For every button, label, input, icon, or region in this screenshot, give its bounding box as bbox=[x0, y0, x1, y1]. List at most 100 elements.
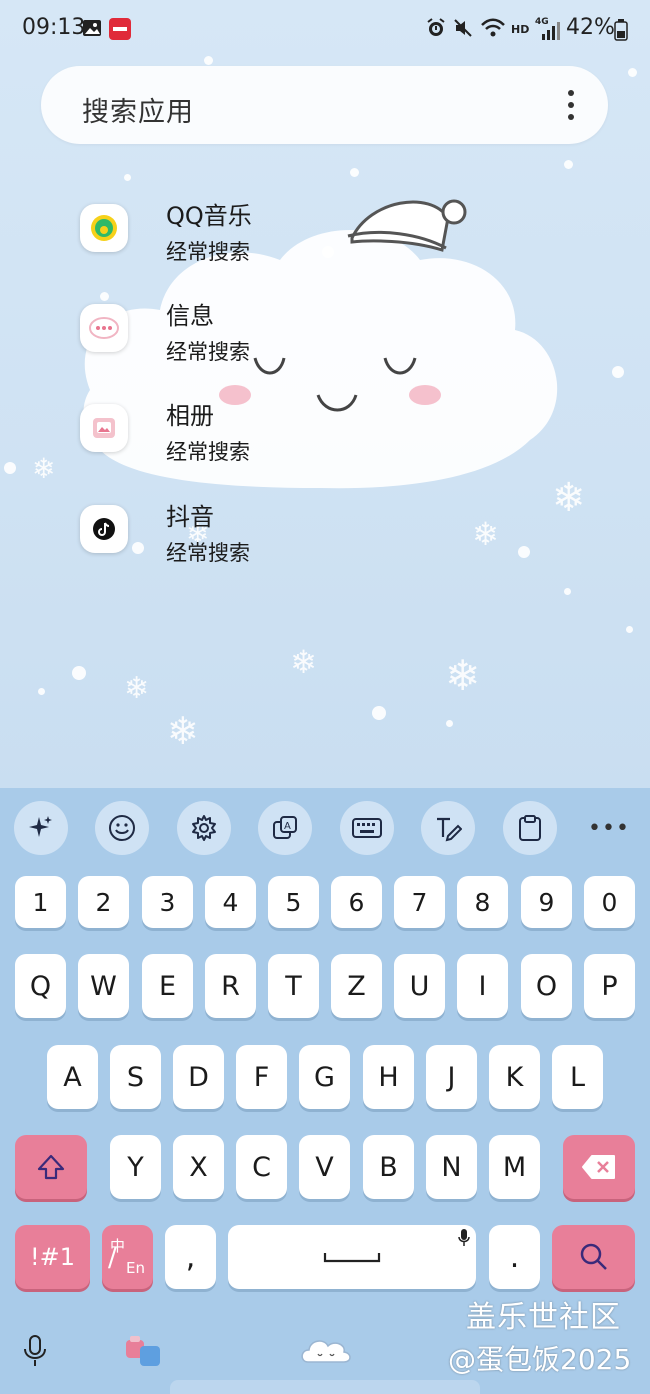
app-subtitle: 经常搜索 bbox=[166, 340, 250, 364]
clipboard-icon bbox=[519, 815, 541, 841]
key-0[interactable]: 0 bbox=[584, 876, 635, 928]
key-8[interactable]: 8 bbox=[457, 876, 508, 928]
hd-voice-indicator: HD bbox=[511, 23, 530, 36]
key-b[interactable]: B bbox=[363, 1135, 414, 1199]
watermark-author: @蛋包饭2025 bbox=[448, 1343, 632, 1376]
key-i[interactable]: I bbox=[457, 954, 508, 1018]
battery-icon bbox=[614, 19, 628, 45]
key-t[interactable]: T bbox=[268, 954, 319, 1018]
wifi-icon bbox=[480, 18, 506, 42]
emoji-icon bbox=[109, 815, 135, 841]
keyboard-icon bbox=[352, 818, 382, 838]
backspace-icon bbox=[582, 1155, 615, 1179]
key-1[interactable]: 1 bbox=[15, 876, 66, 928]
backspace-key[interactable] bbox=[563, 1135, 635, 1199]
xiaohongshu-notification-icon bbox=[109, 18, 131, 44]
key-7[interactable]: 7 bbox=[394, 876, 445, 928]
language-switch-key[interactable]: 中 / En bbox=[102, 1225, 153, 1289]
status-bar: 09:13 HD 4G 42% bbox=[0, 0, 650, 58]
app-result-douyin[interactable]: 抖音 经常搜索 bbox=[80, 497, 380, 577]
key-4[interactable]: 4 bbox=[205, 876, 256, 928]
space-bar-icon bbox=[323, 1253, 381, 1263]
space-key[interactable] bbox=[228, 1225, 476, 1289]
key-2[interactable]: 2 bbox=[78, 876, 129, 928]
microphone-icon bbox=[458, 1229, 470, 1246]
keyboard-mode-button[interactable] bbox=[340, 801, 394, 855]
more-tools-icon[interactable]: ••• bbox=[582, 801, 636, 855]
key-9[interactable]: 9 bbox=[521, 876, 572, 928]
mute-icon bbox=[453, 18, 473, 42]
app-subtitle: 经常搜索 bbox=[166, 240, 250, 264]
handwriting-button[interactable] bbox=[421, 801, 475, 855]
key-o[interactable]: O bbox=[521, 954, 572, 1018]
key-y[interactable]: Y bbox=[110, 1135, 161, 1199]
lang-divider: / bbox=[108, 1243, 117, 1273]
key-3[interactable]: 3 bbox=[142, 876, 193, 928]
snowflake-decoration: ❄ bbox=[32, 452, 56, 485]
search-action-key[interactable] bbox=[552, 1225, 635, 1289]
settings-button[interactable] bbox=[177, 801, 231, 855]
handwriting-icon bbox=[437, 817, 462, 842]
voice-input-icon[interactable] bbox=[22, 1334, 48, 1372]
qq-music-icon[interactable] bbox=[80, 204, 128, 252]
key-l[interactable]: L bbox=[552, 1045, 603, 1109]
gallery-icon[interactable] bbox=[80, 404, 128, 452]
app-search-bar[interactable]: 搜索应用 bbox=[41, 66, 608, 144]
key-n[interactable]: N bbox=[426, 1135, 477, 1199]
gallery-notification-icon bbox=[82, 18, 102, 42]
key-6[interactable]: 6 bbox=[331, 876, 382, 928]
key-r[interactable]: R bbox=[205, 954, 256, 1018]
cloud-theme-icon[interactable] bbox=[300, 1336, 352, 1370]
douyin-icon[interactable] bbox=[80, 505, 128, 553]
key-a[interactable]: A bbox=[47, 1045, 98, 1109]
app-result-messages[interactable]: 信息 经常搜索 bbox=[80, 296, 380, 376]
emoji-button[interactable] bbox=[95, 801, 149, 855]
period-key[interactable]: . bbox=[489, 1225, 540, 1289]
translate-button[interactable]: A bbox=[258, 801, 312, 855]
symbols-key[interactable]: !#1 bbox=[15, 1225, 90, 1289]
clock: 09:13 bbox=[22, 15, 86, 40]
key-u[interactable]: U bbox=[394, 954, 445, 1018]
key-p[interactable]: P bbox=[584, 954, 635, 1018]
key-q[interactable]: Q bbox=[15, 954, 66, 1018]
messages-icon[interactable] bbox=[80, 304, 128, 352]
app-name: 抖音 bbox=[166, 503, 214, 531]
key-f[interactable]: F bbox=[236, 1045, 287, 1109]
navigation-handle[interactable] bbox=[170, 1380, 480, 1394]
signal-icon bbox=[540, 22, 560, 44]
key-m[interactable]: M bbox=[489, 1135, 540, 1199]
key-k[interactable]: K bbox=[489, 1045, 540, 1109]
battery-percentage: 42% bbox=[566, 15, 615, 40]
snowflake-decoration: ❄ bbox=[445, 651, 481, 700]
key-5[interactable]: 5 bbox=[268, 876, 319, 928]
shift-key[interactable] bbox=[15, 1135, 87, 1199]
watermark-title: 盖乐世社区 bbox=[466, 1300, 621, 1335]
theme-stickers-icon[interactable] bbox=[124, 1336, 164, 1374]
key-x[interactable]: X bbox=[173, 1135, 224, 1199]
search-icon bbox=[580, 1243, 607, 1270]
key-h[interactable]: H bbox=[363, 1045, 414, 1109]
gear-icon bbox=[192, 815, 216, 841]
key-v[interactable]: V bbox=[299, 1135, 350, 1199]
key-s[interactable]: S bbox=[110, 1045, 161, 1109]
app-name: 信息 bbox=[166, 302, 214, 330]
snowflake-decoration: ❄ bbox=[167, 709, 199, 753]
clipboard-button[interactable] bbox=[503, 801, 557, 855]
app-name: QQ音乐 bbox=[166, 202, 252, 230]
comma-key[interactable]: , bbox=[165, 1225, 216, 1289]
app-subtitle: 经常搜索 bbox=[166, 440, 250, 464]
key-e[interactable]: E bbox=[142, 954, 193, 1018]
key-c[interactable]: C bbox=[236, 1135, 287, 1199]
key-j[interactable]: J bbox=[426, 1045, 477, 1109]
app-result-gallery[interactable]: 相册 经常搜索 bbox=[80, 396, 380, 476]
ai-sparkle-button[interactable] bbox=[14, 801, 68, 855]
key-w[interactable]: W bbox=[78, 954, 129, 1018]
app-result-qq-music[interactable]: QQ音乐 经常搜索 bbox=[80, 196, 380, 276]
search-input[interactable]: 搜索应用 bbox=[82, 90, 194, 129]
more-options-icon[interactable] bbox=[568, 90, 576, 126]
sparkle-icon bbox=[29, 816, 52, 837]
key-z[interactable]: Z bbox=[331, 954, 382, 1018]
key-d[interactable]: D bbox=[173, 1045, 224, 1109]
lang-en-label: En bbox=[126, 1259, 145, 1277]
key-g[interactable]: G bbox=[299, 1045, 350, 1109]
